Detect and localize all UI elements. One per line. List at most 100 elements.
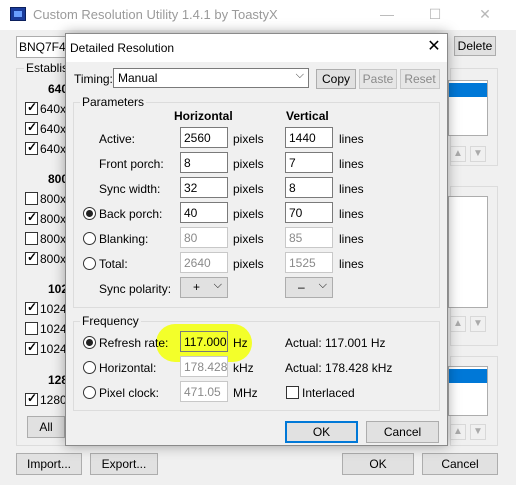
- close-window-icon[interactable]: ✕: [474, 4, 496, 24]
- extension-list[interactable]: [448, 366, 488, 416]
- refresh-rate-label: Refresh rate:: [99, 336, 169, 350]
- total-vertical-input[interactable]: 1525: [285, 252, 333, 273]
- selected-list-row[interactable]: [449, 83, 487, 97]
- hz-unit: Hz: [233, 336, 248, 350]
- pixel-clock-radio[interactable]: [83, 386, 96, 399]
- move-down-icon[interactable]: ▼: [470, 424, 486, 440]
- standard-list[interactable]: [448, 196, 488, 308]
- res-label: 1024: [40, 302, 67, 316]
- export-button[interactable]: Export...: [90, 453, 158, 475]
- active-vertical-input[interactable]: 1440: [285, 127, 333, 148]
- refresh-rate-input[interactable]: 117.000: [180, 331, 228, 352]
- res-label: 1280: [40, 393, 67, 407]
- res-checkbox[interactable]: [25, 140, 38, 155]
- move-down-icon[interactable]: ▼: [470, 316, 486, 332]
- total-horizontal-input[interactable]: 2640: [180, 252, 228, 273]
- pixels-unit: pixels: [233, 182, 264, 196]
- import-button[interactable]: Import...: [16, 453, 82, 475]
- res-checkbox[interactable]: [25, 210, 38, 225]
- timing-value: Manual: [118, 71, 158, 85]
- detailed-resolution-dialog: Detailed Resolution ✕ Timing: Manual ⌵ C…: [65, 33, 448, 446]
- timing-label: Timing:: [74, 72, 113, 86]
- back-porch-horizontal-input[interactable]: 40: [180, 202, 228, 223]
- paste-button[interactable]: Paste: [359, 69, 397, 89]
- vertical-polarity-value: –: [298, 280, 305, 294]
- main-cancel-button[interactable]: Cancel: [422, 453, 498, 475]
- res-label: 800x: [40, 192, 67, 206]
- horizontal-freq-radio[interactable]: [83, 361, 96, 374]
- blanking-horizontal-input[interactable]: 80: [180, 227, 228, 248]
- blanking-radio[interactable]: [83, 232, 96, 245]
- active-horizontal-input[interactable]: 2560: [180, 127, 228, 148]
- lines-unit: lines: [339, 232, 364, 246]
- device-select[interactable]: BNQ7F45: [16, 36, 68, 58]
- maximize-icon[interactable]: ☐: [424, 4, 446, 24]
- pixel-clock-input[interactable]: 471.05: [180, 381, 228, 402]
- blanking-vertical-input[interactable]: 85: [285, 227, 333, 248]
- move-up-icon[interactable]: ▲: [450, 146, 466, 162]
- interlaced-checkbox[interactable]: [286, 386, 299, 399]
- total-radio[interactable]: [83, 257, 96, 270]
- front-porch-label: Front porch:: [99, 157, 164, 171]
- minimize-icon[interactable]: —: [376, 4, 398, 24]
- blanking-label: Blanking:: [99, 232, 149, 246]
- pixels-unit: pixels: [233, 232, 264, 246]
- res-label: 640x: [40, 142, 67, 156]
- res-label: 640x: [40, 122, 67, 136]
- pixel-clock-label: Pixel clock:: [99, 386, 160, 400]
- horizontal-header: Horizontal: [174, 109, 233, 123]
- dialog-close-icon[interactable]: ✕: [422, 36, 446, 58]
- main-window-title: Custom Resolution Utility 1.4.1 by Toast…: [33, 7, 278, 22]
- selected-list-row[interactable]: [449, 369, 487, 383]
- timing-select[interactable]: Manual ⌵: [113, 68, 309, 88]
- res-checkbox[interactable]: [25, 120, 38, 135]
- back-porch-vertical-input[interactable]: 70: [285, 202, 333, 223]
- pixels-unit: pixels: [233, 132, 264, 146]
- back-porch-label: Back porch:: [99, 207, 163, 221]
- res-checkbox[interactable]: [25, 340, 38, 355]
- reset-button[interactable]: Reset: [400, 69, 440, 89]
- interlaced-label: Interlaced: [302, 386, 355, 400]
- res-checkbox[interactable]: [25, 192, 38, 205]
- chevron-down-icon: ⌵: [295, 69, 304, 81]
- main-titlebar: Custom Resolution Utility 1.4.1 by Toast…: [0, 0, 516, 30]
- delete-button[interactable]: Delete: [454, 36, 496, 56]
- move-up-icon[interactable]: ▲: [450, 424, 466, 440]
- dialog-cancel-button[interactable]: Cancel: [366, 421, 439, 443]
- horizontal-freq-label: Horizontal:: [99, 361, 157, 375]
- mhz-unit: MHz: [233, 386, 258, 400]
- res-checkbox[interactable]: [25, 100, 38, 115]
- copy-button[interactable]: Copy: [316, 69, 356, 89]
- lines-unit: lines: [339, 132, 364, 146]
- res-checkbox[interactable]: [25, 250, 38, 265]
- horizontal-freq-input[interactable]: 178.428: [180, 356, 228, 377]
- vertical-polarity-select[interactable]: – ⌵: [285, 277, 333, 298]
- dialog-title: Detailed Resolution: [70, 41, 175, 55]
- sync-width-vertical-input[interactable]: 8: [285, 177, 333, 198]
- dialog-ok-button[interactable]: OK: [285, 421, 358, 443]
- move-down-icon[interactable]: ▼: [470, 146, 486, 162]
- move-up-icon[interactable]: ▲: [450, 316, 466, 332]
- pixels-unit: pixels: [233, 207, 264, 221]
- refresh-rate-radio[interactable]: [83, 336, 96, 349]
- res-label: 1024: [40, 342, 67, 356]
- res-checkbox[interactable]: [25, 232, 38, 245]
- sync-width-label: Sync width:: [99, 182, 161, 196]
- res-label: 640x: [40, 102, 67, 116]
- main-ok-button[interactable]: OK: [342, 453, 414, 475]
- sync-width-horizontal-input[interactable]: 32: [180, 177, 228, 198]
- app-monitor-icon: [10, 7, 26, 21]
- lines-unit: lines: [339, 157, 364, 171]
- lines-unit: lines: [339, 207, 364, 221]
- res-label: 1024: [40, 322, 67, 336]
- front-porch-vertical-input[interactable]: 7: [285, 152, 333, 173]
- all-button[interactable]: All: [27, 416, 65, 438]
- front-porch-horizontal-input[interactable]: 8: [180, 152, 228, 173]
- res-label: 800x: [40, 212, 67, 226]
- horizontal-polarity-select[interactable]: + ⌵: [180, 277, 228, 298]
- detailed-list[interactable]: [448, 80, 488, 136]
- back-porch-radio[interactable]: [83, 207, 96, 220]
- res-checkbox[interactable]: [25, 322, 38, 335]
- res-checkbox[interactable]: [25, 391, 38, 406]
- res-checkbox[interactable]: [25, 300, 38, 315]
